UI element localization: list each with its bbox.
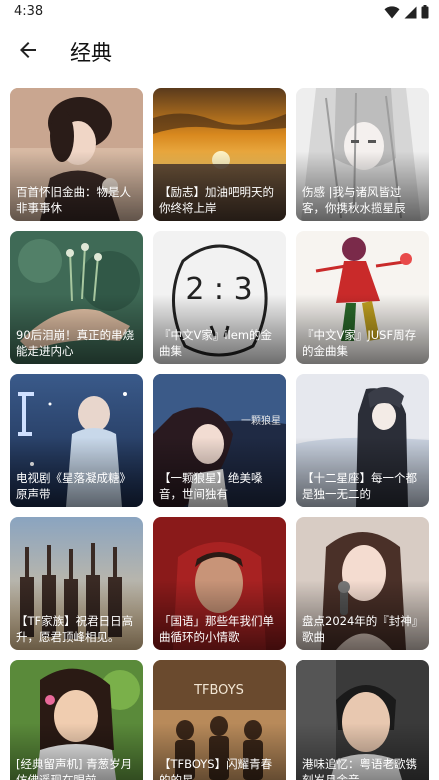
playlist-card[interactable]: 2 : 3 『中文V家』ilem的金曲集 xyxy=(153,231,286,364)
playlist-title: 【TFBOYS】闪耀青春的的星 xyxy=(159,757,273,780)
playlist-card[interactable]: TFBOYS 【TFBOYS】闪耀青春的的星 xyxy=(153,660,286,780)
playlist-card[interactable]: 港味追忆：粤语老歌镌刻岁月金音 xyxy=(296,660,429,780)
arrow-back-icon xyxy=(20,42,36,58)
playlist-card[interactable]: 伤感 |我与诸风皆过客，你携秋水揽星辰 xyxy=(296,88,429,221)
playlist-title: 『中文V家』ilem的金曲集 xyxy=(159,328,273,358)
playlist-title: 【TF家族】祝君日日高升，愿君顶峰相见。 xyxy=(16,614,134,644)
playlist-card[interactable]: 【TF家族】祝君日日高升，愿君顶峰相见。 xyxy=(10,517,143,650)
svg-text:一颗狼星: 一颗狼星 xyxy=(241,414,281,427)
playlist-grid: 百首怀旧金曲：物是人非事事休 【励志】加油吧明天的你终将上岸 伤感 |我与诸风皆… xyxy=(10,88,430,780)
playlist-card[interactable]: 【励志】加油吧明天的你终将上岸 xyxy=(153,88,286,221)
status-bar: 4:38 xyxy=(0,0,439,24)
status-icons xyxy=(384,5,429,19)
playlist-title: 「国语」那些年我们单曲循环的小情歌 xyxy=(159,614,274,644)
playlist-title: 『中文V家』JUSF周存的金曲集 xyxy=(302,328,417,358)
signal-icon xyxy=(404,6,417,18)
playlist-card[interactable]: 『中文V家』JUSF周存的金曲集 xyxy=(296,231,429,364)
playlist-title: 电视剧《星落凝成糖》原声带 xyxy=(16,471,131,501)
battery-icon xyxy=(421,5,429,19)
status-time: 4:38 xyxy=(14,4,44,19)
back-button[interactable] xyxy=(10,32,46,68)
playlist-card[interactable]: 【十二星座】每一个都是独一无二的 xyxy=(296,374,429,507)
playlist-card[interactable]: 百首怀旧金曲：物是人非事事休 xyxy=(10,88,143,221)
playlist-title: 百首怀旧金曲：物是人非事事休 xyxy=(16,185,131,215)
playlist-title: 90后泪崩！真正的串烧能走进内心 xyxy=(16,328,135,358)
playlist-title: 盘点2024年的『封神』歌曲 xyxy=(302,614,424,644)
playlist-title: 港味追忆：粤语老歌镌刻岁月金音 xyxy=(302,757,417,780)
page-title: 经典 xyxy=(70,41,112,65)
playlist-card[interactable]: 90后泪崩！真正的串烧能走进内心 xyxy=(10,231,143,364)
playlist-card[interactable]: [经典留声机] 青葱岁月仿佛遥现在眼前 xyxy=(10,660,143,780)
playlist-title: [经典留声机] 青葱岁月仿佛遥现在眼前 xyxy=(16,757,133,780)
playlist-card[interactable]: 电视剧《星落凝成糖》原声带 xyxy=(10,374,143,507)
playlist-card[interactable]: 一颗狼星 【一颗狼星】绝美嗓音，世间独有 xyxy=(153,374,286,507)
playlist-title: 【励志】加油吧明天的你终将上岸 xyxy=(159,185,274,215)
app-bar: 经典 xyxy=(0,24,439,80)
playlist-title: 【一颗狼星】绝美嗓音，世间独有 xyxy=(159,471,263,501)
playlist-title: 伤感 |我与诸风皆过客，你携秋水揽星辰 xyxy=(302,185,406,215)
wifi-icon xyxy=(384,5,400,18)
playlist-card[interactable]: 盘点2024年的『封神』歌曲 xyxy=(296,517,429,650)
playlist-title: 【十二星座】每一个都是独一无二的 xyxy=(302,471,417,501)
playlist-card[interactable]: 「国语」那些年我们单曲循环的小情歌 xyxy=(153,517,286,650)
svg-text:TFBOYS: TFBOYS xyxy=(193,683,244,698)
